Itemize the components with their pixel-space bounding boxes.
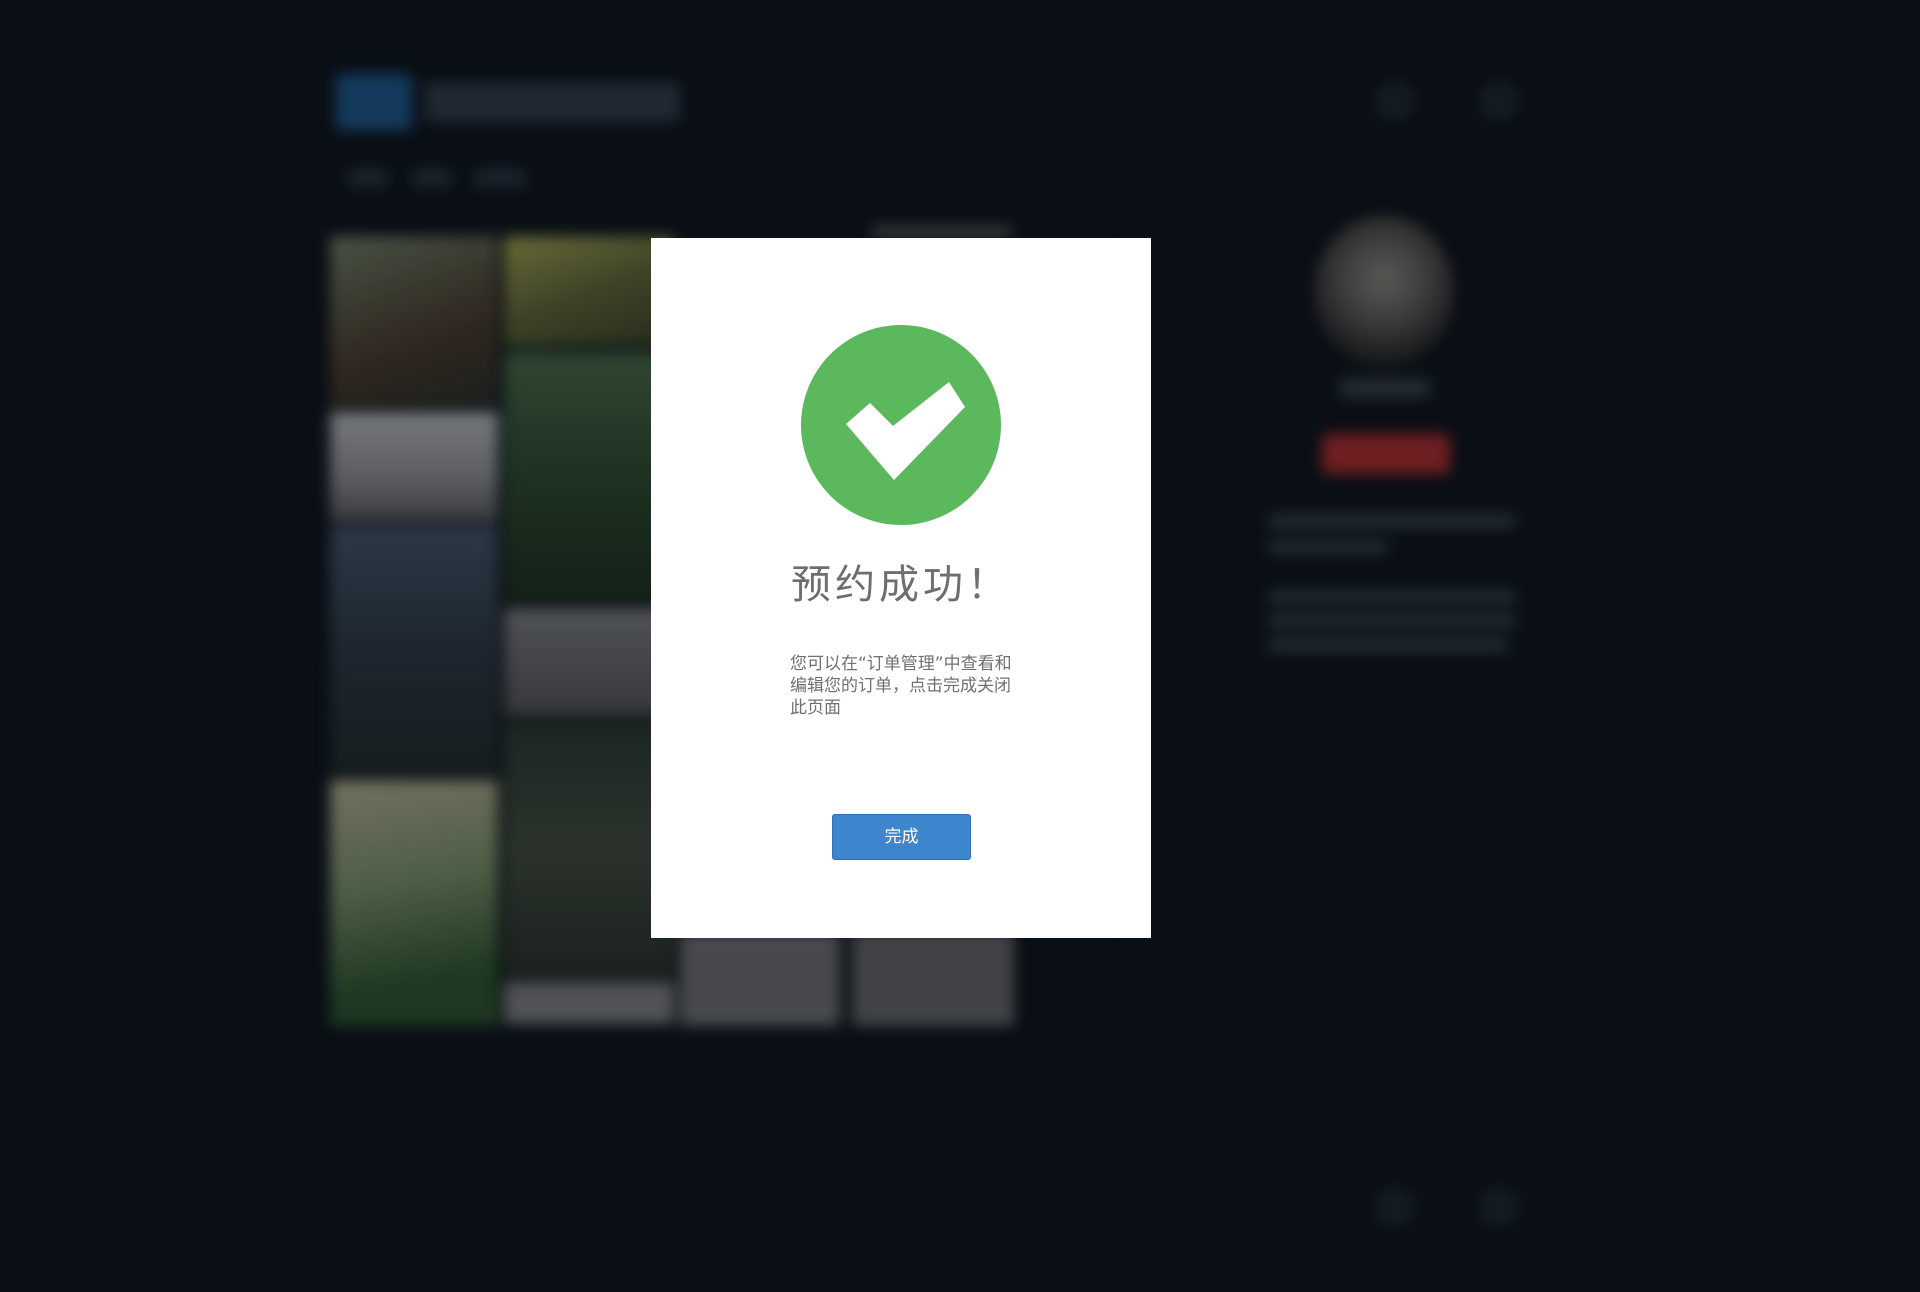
profile-text-line xyxy=(1268,590,1516,604)
photo-tile xyxy=(852,932,1014,1026)
photo-tile xyxy=(330,780,498,1026)
photo-tile xyxy=(330,236,498,406)
share-icon xyxy=(1374,1186,1416,1228)
dialog-title: 预约成功！ xyxy=(791,562,1011,608)
app-screen: 预约成功！ 您可以在“订单管理”中查看和编辑您的订单，点击完成关闭此页面 完成 xyxy=(0,0,1920,1292)
photo-tile xyxy=(504,236,674,346)
nav-item xyxy=(412,168,452,188)
check-circle-icon xyxy=(801,325,1001,525)
profile-text-line xyxy=(1268,514,1516,528)
menu-icon xyxy=(1478,1186,1520,1228)
follow-button xyxy=(1322,434,1450,474)
share-icon xyxy=(1374,80,1416,122)
profile-text-line xyxy=(1268,638,1508,652)
photo-tile xyxy=(504,722,674,978)
photo-tile xyxy=(504,982,674,1024)
nav-item xyxy=(348,168,388,188)
photo-tile xyxy=(330,526,498,774)
photo-tile xyxy=(504,352,674,602)
brand-logo xyxy=(336,74,412,130)
profile-text-line xyxy=(1268,540,1388,554)
profile-text-line xyxy=(1268,614,1516,628)
nav-item xyxy=(474,168,526,188)
done-button[interactable]: 完成 xyxy=(832,814,971,860)
profile-name xyxy=(1340,378,1430,398)
menu-icon xyxy=(1478,80,1520,122)
photo-tile xyxy=(330,412,498,522)
avatar xyxy=(1314,216,1454,366)
brand-name xyxy=(425,82,680,122)
success-dialog: 预约成功！ 您可以在“订单管理”中查看和编辑您的订单，点击完成关闭此页面 完成 xyxy=(651,238,1151,938)
photo-tile xyxy=(680,932,840,1026)
photo-tile xyxy=(872,226,1012,238)
photo-tile xyxy=(504,608,674,716)
dialog-message: 您可以在“订单管理”中查看和编辑您的订单，点击完成关闭此页面 xyxy=(790,654,1012,718)
